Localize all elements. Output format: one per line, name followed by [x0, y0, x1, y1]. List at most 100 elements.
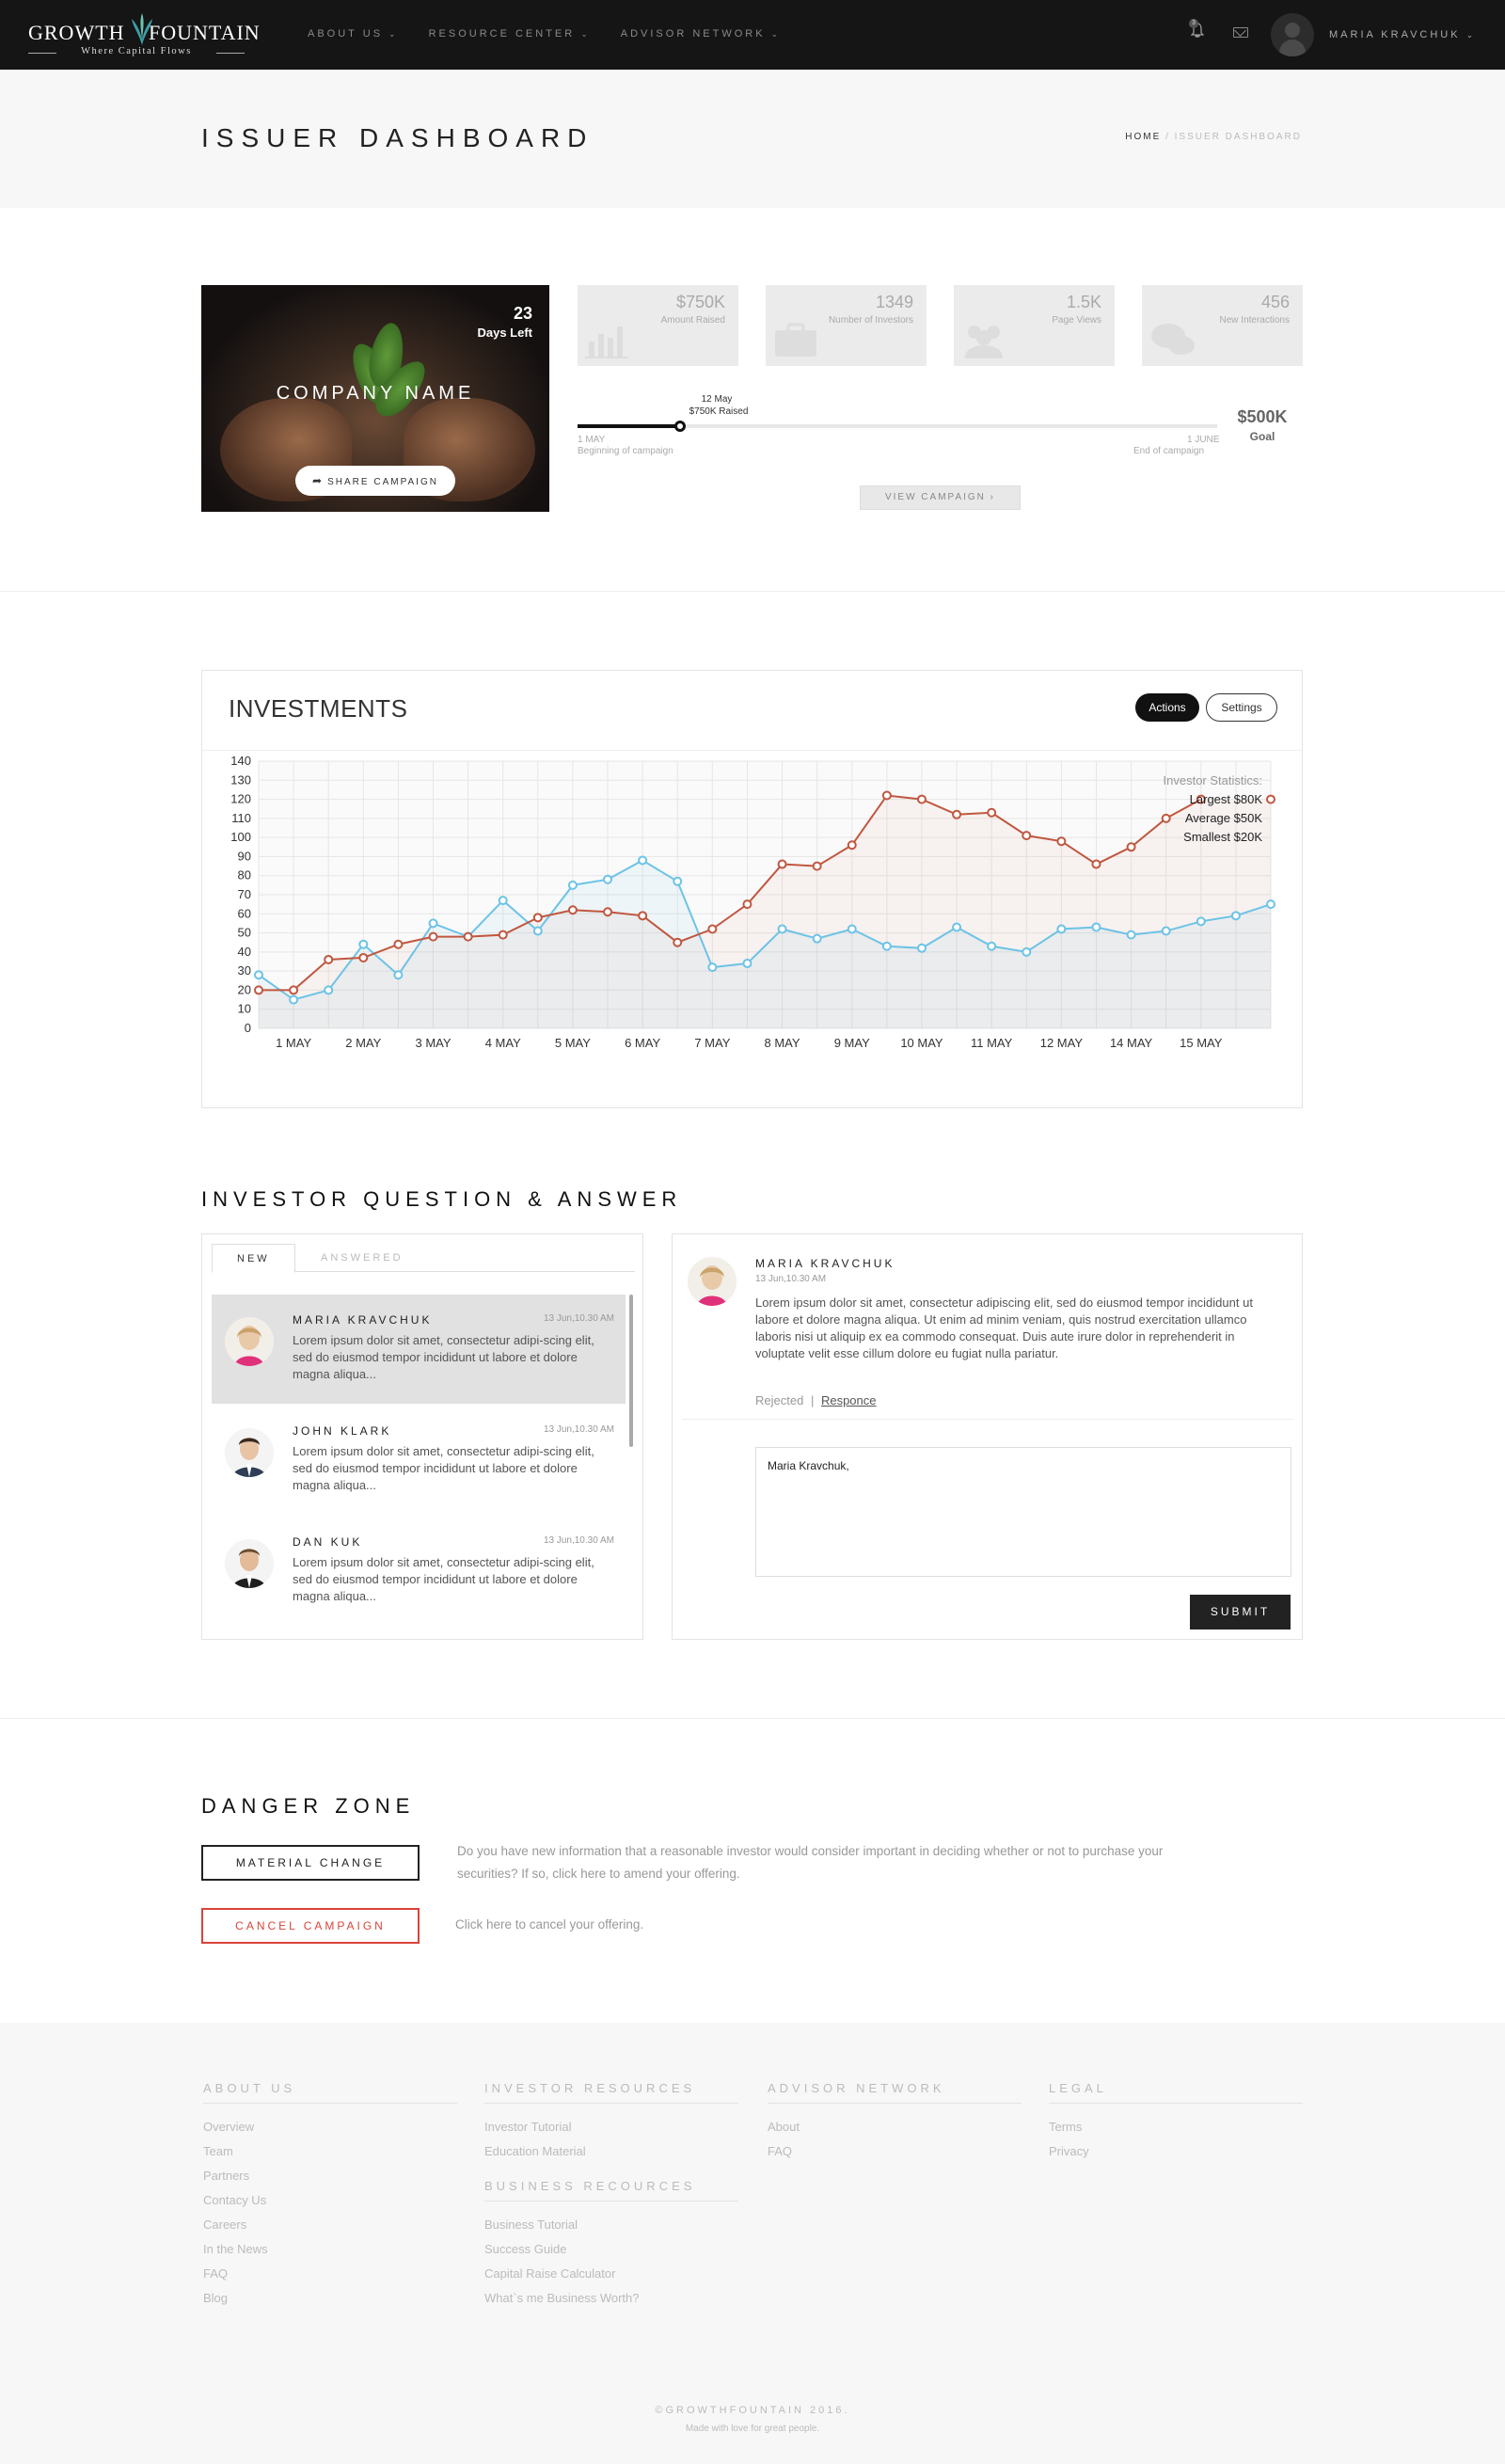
- question-item[interactable]: JOHN KLARK 13 Jun,10.30 AM Lorem ipsum d…: [212, 1406, 626, 1515]
- footer-link[interactable]: Privacy: [1049, 2139, 1303, 2164]
- breadcrumb: HOME / ISSUER DASHBOARD: [1125, 132, 1302, 142]
- question-item[interactable]: DAN KUK 13 Jun,10.30 AM Lorem ipsum dolo…: [212, 1517, 626, 1626]
- data-point: [1161, 813, 1171, 823]
- question-item[interactable]: MARIA KRAVCHUK 13 Jun,10.30 AM Lorem ips…: [212, 1295, 626, 1404]
- question-time: 13 Jun,10.30 AM: [543, 1424, 614, 1435]
- logo[interactable]: GROWTH FOUNTAIN Where Capital Flows: [28, 13, 260, 60]
- data-point: [742, 959, 752, 969]
- stat-label: Page Views: [1052, 315, 1101, 326]
- reply-textarea[interactable]: Maria Kravchuk,: [755, 1447, 1291, 1577]
- footer-link[interactable]: What`s me Business Worth?: [484, 2286, 738, 2311]
- x-tick-label: 10 MAY: [900, 1036, 943, 1050]
- main-menu: ABOUT US ⌄ RESOURCE CENTER ⌄ ADVISOR NETWO…: [308, 28, 781, 40]
- submit-button[interactable]: SUBMIT: [1190, 1595, 1291, 1629]
- cancel-campaign-button[interactable]: CANCEL CAMPAIGN: [201, 1908, 420, 1944]
- footer-link[interactable]: Business Tutorial: [484, 2213, 738, 2237]
- stats-line: Average $50K: [1185, 811, 1262, 825]
- y-tick-label: 120: [230, 792, 251, 806]
- user-menu[interactable]: MARIA KRAVCHUK ⌄: [1329, 29, 1476, 40]
- breadcrumb-home[interactable]: HOME: [1125, 132, 1161, 142]
- response-link[interactable]: Responce: [821, 1393, 877, 1407]
- menu-resource-center[interactable]: RESOURCE CENTER ⌄: [429, 28, 591, 40]
- footer: ABOUT US Overview Team Partners Contacy …: [0, 2023, 1505, 2464]
- x-tick-label: 2 MAY: [345, 1036, 381, 1050]
- detail-text: Lorem ipsum dolor sit amet, consectetur …: [755, 1296, 1253, 1360]
- stats-title: Investor Statistics:: [1164, 773, 1262, 787]
- list-scrollbar[interactable]: [629, 1295, 633, 1447]
- avatar[interactable]: [1271, 13, 1314, 56]
- footer-link[interactable]: Careers: [203, 2213, 457, 2237]
- x-tick-label: 11 MAY: [971, 1036, 1013, 1050]
- tab-new[interactable]: NEW: [212, 1244, 295, 1273]
- users-icon: [961, 321, 1010, 368]
- data-point: [1091, 859, 1101, 869]
- question-author: MARIA KRAVCHUK: [293, 1313, 433, 1327]
- footer-link[interactable]: FAQ: [203, 2262, 457, 2286]
- stat-page-views: 1.5K Page Views: [954, 285, 1115, 368]
- progress-end-label: End of campaign: [1133, 446, 1205, 456]
- footer-link[interactable]: Education Material: [484, 2139, 738, 2164]
- progress-knob: [673, 421, 686, 432]
- bell-icon[interactable]: 3: [1189, 19, 1205, 42]
- data-point: [847, 924, 857, 934]
- data-point: [1022, 831, 1032, 841]
- material-change-text: Do you have new information that a reaso…: [457, 1844, 1164, 1881]
- y-tick-label: 90: [238, 849, 251, 863]
- footer-link[interactable]: In the News: [203, 2237, 457, 2262]
- panel-divider: [682, 1419, 1293, 1420]
- footer-link[interactable]: Terms: [1049, 2115, 1303, 2139]
- data-point: [777, 924, 787, 934]
- share-campaign-button[interactable]: ➦ SHARE CAMPAIGN: [295, 466, 455, 496]
- data-point: [254, 970, 263, 980]
- footer-link[interactable]: Blog: [203, 2286, 457, 2311]
- y-tick-label: 80: [238, 868, 251, 882]
- avatar: [225, 1539, 274, 1588]
- footer-link[interactable]: About: [768, 2115, 1022, 2139]
- data-point: [393, 939, 404, 949]
- menu-about-us[interactable]: ABOUT US ⌄: [308, 28, 399, 40]
- data-point: [1230, 911, 1241, 921]
- stat-value: $750K: [675, 293, 725, 311]
- data-point: [603, 907, 613, 917]
- progress-start-date: 1 MAY: [578, 435, 606, 445]
- footer-col-investor: INVESTOR RESOURCES Investor Tutorial Edu…: [484, 2081, 738, 2311]
- view-campaign-button[interactable]: VIEW CAMPAIGN ›: [860, 485, 1021, 510]
- footer-col-about: ABOUT US Overview Team Partners Contacy …: [203, 2081, 457, 2311]
- data-point: [324, 985, 334, 995]
- footer-link[interactable]: Team: [203, 2139, 457, 2164]
- settings-button[interactable]: Settings: [1206, 693, 1277, 722]
- x-tick-label: 7 MAY: [694, 1036, 730, 1050]
- material-change-button[interactable]: MATERIAL CHANGE: [201, 1845, 420, 1881]
- mail-icon[interactable]: [1233, 27, 1248, 38]
- footer-link[interactable]: Contacy Us: [203, 2188, 457, 2213]
- rejected-link[interactable]: Rejected: [755, 1393, 803, 1407]
- x-tick-label: 9 MAY: [834, 1036, 870, 1050]
- y-tick-label: 130: [230, 772, 251, 787]
- footer-link[interactable]: Capital Raise Calculator: [484, 2262, 738, 2286]
- stats-line: Smallest $20K: [1183, 830, 1262, 844]
- footer-link[interactable]: FAQ: [768, 2139, 1022, 2164]
- y-tick-label: 0: [245, 1021, 251, 1035]
- goal-label: Goal: [1249, 430, 1275, 443]
- data-point: [742, 899, 752, 910]
- data-point: [952, 922, 962, 932]
- data-point: [812, 861, 822, 871]
- y-tick-label: 140: [230, 754, 251, 768]
- campaign-progress-bar: [578, 421, 1217, 432]
- data-point: [1161, 926, 1171, 936]
- footer-link[interactable]: Success Guide: [484, 2237, 738, 2262]
- footer-link[interactable]: Partners: [203, 2164, 457, 2188]
- footer-link[interactable]: Overview: [203, 2115, 457, 2139]
- footer-heading: ABOUT US: [203, 2081, 457, 2104]
- stat-number-of-investors: 1349 Number of Investors: [766, 285, 927, 366]
- menu-advisor-network[interactable]: ADVISOR NETWORK ⌄: [621, 28, 781, 40]
- tab-answered[interactable]: ANSWERED: [296, 1244, 428, 1273]
- actions-button[interactable]: Actions: [1135, 693, 1199, 722]
- logo-text-left: GROWTH: [28, 21, 125, 44]
- data-point: [463, 931, 473, 942]
- question-time: 13 Jun,10.30 AM: [543, 1535, 614, 1546]
- x-tick-label: 15 MAY: [1180, 1036, 1223, 1050]
- footer-link[interactable]: Investor Tutorial: [484, 2115, 738, 2139]
- data-point: [428, 931, 438, 942]
- question-text: Lorem ipsum dolor sit amet, consectetur …: [293, 1555, 594, 1603]
